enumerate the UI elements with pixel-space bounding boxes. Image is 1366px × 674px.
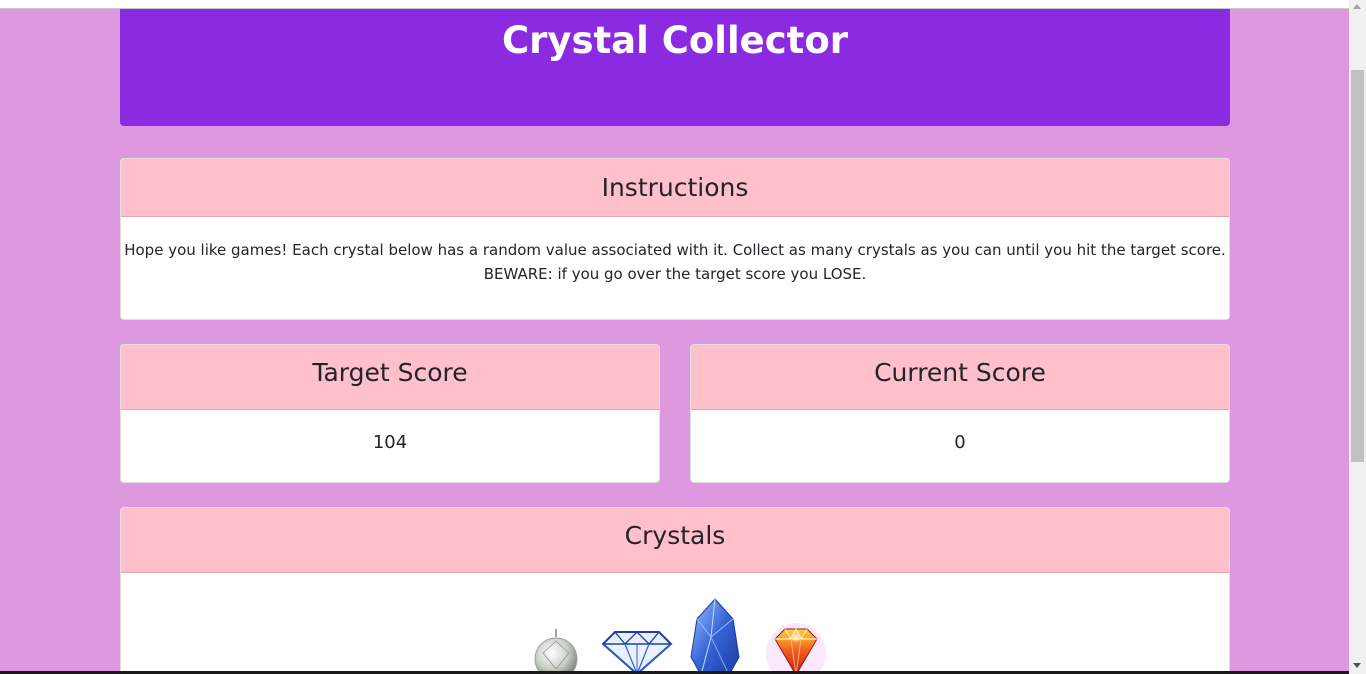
instructions-text-line1: Hope you like games! Each crystal below …: [124, 241, 1226, 259]
current-score-body: 0: [691, 410, 1229, 453]
browser-top-edge: [0, 0, 1349, 9]
vertical-scrollbar[interactable]: [1349, 0, 1366, 674]
current-score-title: Current Score: [874, 358, 1046, 387]
crystals-title: Crystals: [624, 521, 726, 550]
instructions-text-line2: BEWARE: if you go over the target score …: [483, 265, 867, 283]
rainbow-gem-button[interactable]: [761, 623, 831, 674]
page-title: Crystal Collector: [501, 19, 849, 62]
scroll-up-arrow-icon[interactable]: [1353, 4, 1361, 9]
target-score-body: 104: [121, 410, 659, 453]
target-score-title: Target Score: [312, 358, 468, 387]
crystals-body: [121, 573, 1229, 674]
scroll-down-arrow-icon[interactable]: [1353, 663, 1361, 668]
current-score-card: Current Score 0: [690, 344, 1230, 483]
current-score-header: Current Score: [691, 345, 1229, 410]
diamond-crystal-button[interactable]: [599, 630, 675, 674]
blue-crystal-button[interactable]: [689, 597, 741, 674]
instructions-title: Instructions: [601, 173, 749, 202]
target-score-card: Target Score 104: [120, 344, 660, 483]
crystals-card: Crystals: [120, 507, 1230, 674]
instructions-header: Instructions: [121, 159, 1229, 217]
page-header: Crystal Collector: [120, 9, 1230, 126]
instructions-body: Hope you like games! Each crystal below …: [121, 217, 1229, 286]
current-score-value: 0: [954, 432, 966, 453]
crystal-ball-button[interactable]: [533, 629, 579, 674]
instructions-card: Instructions Hope you like games! Each c…: [120, 158, 1230, 320]
target-score-value: 104: [372, 432, 408, 453]
crystals-header: Crystals: [121, 508, 1229, 573]
target-score-header: Target Score: [121, 345, 659, 410]
scrollbar-thumb[interactable]: [1351, 70, 1364, 462]
